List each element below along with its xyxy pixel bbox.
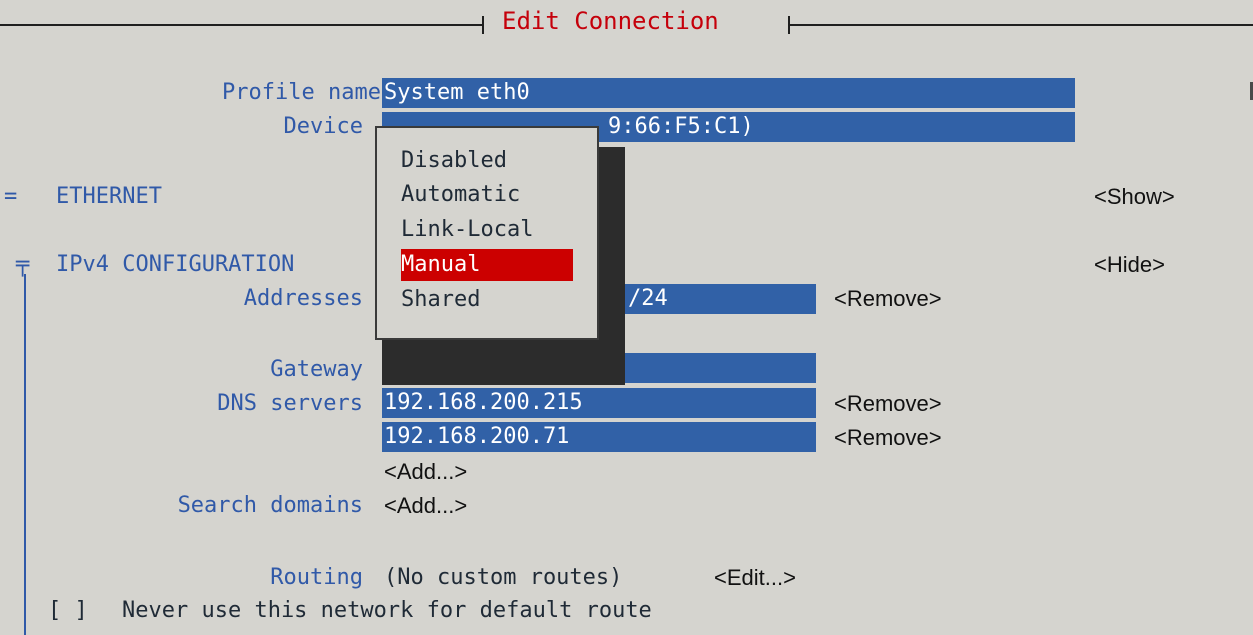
ipv4-section-line xyxy=(24,274,26,635)
dns-server-remove-button-2[interactable]: <Remove> xyxy=(834,421,942,455)
addresses-value: /24 xyxy=(628,286,668,311)
dns-server-remove-button-1[interactable]: <Remove> xyxy=(834,387,942,421)
never-default-label: Never use this network for default route xyxy=(122,598,652,623)
ethernet-show-button[interactable]: <Show> xyxy=(1094,180,1175,214)
ipv4-section-label: IPv4 CONFIGURATION xyxy=(56,252,295,277)
addresses-label: Addresses xyxy=(243,286,363,311)
dns-add-button[interactable]: <Add...> xyxy=(384,455,467,489)
search-domains-add-button[interactable]: <Add...> xyxy=(384,489,467,523)
method-popup[interactable]: Disabled Automatic Link-Local Manual Sha… xyxy=(375,126,599,340)
method-option-manual[interactable]: Manual xyxy=(401,249,573,281)
dns-server-field-1[interactable]: 192.168.200.215 xyxy=(382,388,816,418)
dns-servers-label: DNS servers xyxy=(217,391,363,416)
device-value: 9:66:F5:C1) xyxy=(608,114,754,139)
window-title: Edit Connection xyxy=(502,7,719,35)
ethernet-section-label: ETHERNET xyxy=(56,184,162,209)
profile-name-field[interactable]: System eth0 xyxy=(382,78,1075,108)
ipv4-section-marker: ╤ xyxy=(16,252,30,277)
method-option-shared[interactable]: Shared xyxy=(401,284,480,316)
ipv4-hide-button[interactable]: <Hide> xyxy=(1094,248,1165,282)
method-option-link-local[interactable]: Link-Local xyxy=(401,214,533,246)
addresses-remove-button[interactable]: <Remove> xyxy=(834,282,942,316)
dns-server-field-2[interactable]: 192.168.200.71 xyxy=(382,422,816,452)
method-option-automatic[interactable]: Automatic xyxy=(401,179,520,211)
routing-value: (No custom routes) xyxy=(384,565,623,590)
frame-title-left-tick xyxy=(482,16,484,34)
search-domains-label: Search domains xyxy=(177,493,363,518)
routing-label: Routing xyxy=(270,565,363,590)
profile-name-label: Profile name xyxy=(222,80,381,105)
frame-top-left xyxy=(0,24,482,26)
method-option-disabled[interactable]: Disabled xyxy=(401,145,507,177)
dns-server-value-2: 192.168.200.71 xyxy=(384,424,570,449)
profile-name-value: System eth0 xyxy=(384,80,530,105)
frame-top-right xyxy=(788,24,1253,26)
gateway-label: Gateway xyxy=(270,357,363,382)
routing-edit-button[interactable]: <Edit...> xyxy=(714,561,796,595)
device-label: Device xyxy=(283,114,363,139)
never-default-checkbox[interactable]: [ ] xyxy=(48,594,88,628)
dns-server-value-1: 192.168.200.215 xyxy=(384,390,583,415)
ethernet-section-marker: = xyxy=(4,184,18,209)
